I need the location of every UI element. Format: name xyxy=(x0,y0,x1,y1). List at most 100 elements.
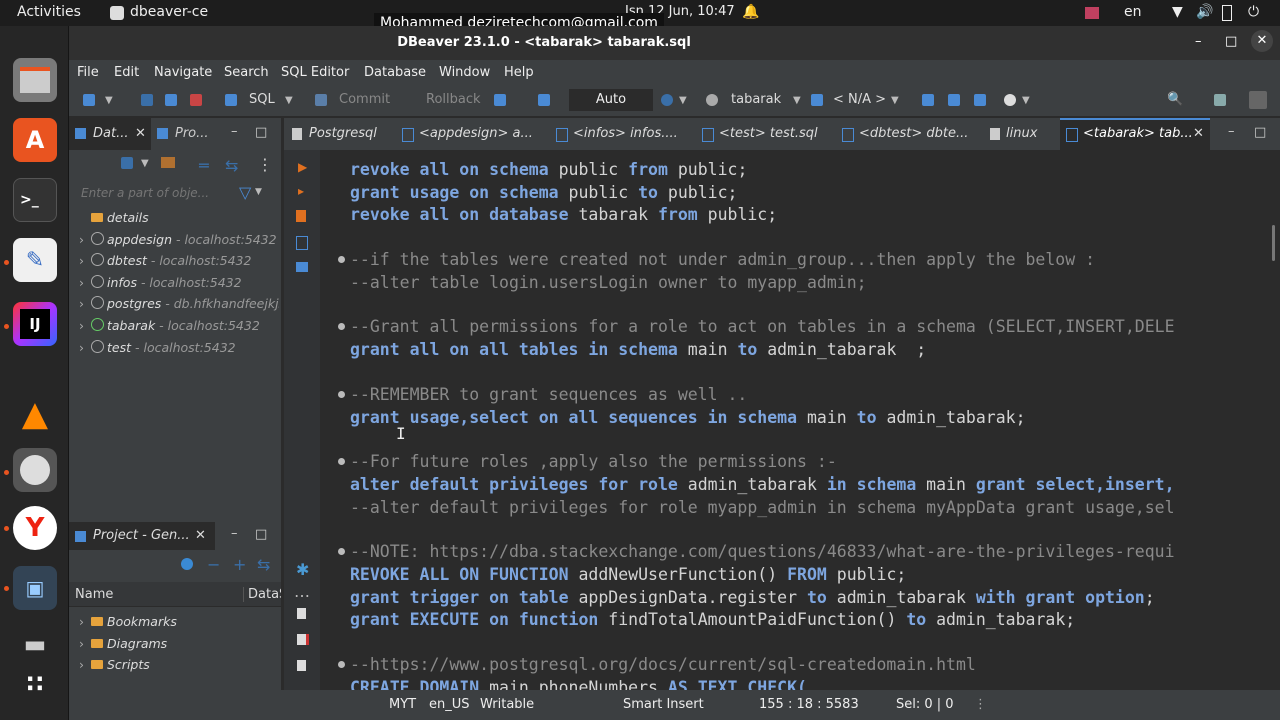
link-icon[interactable]: ═ xyxy=(199,156,209,175)
maximize-panel-button[interactable]: □ xyxy=(255,527,267,542)
new-connection-icon[interactable] xyxy=(83,94,95,106)
editor-tab-tabarak[interactable]: <tabarak> tab... ✕ xyxy=(1060,118,1210,150)
format-icon[interactable] xyxy=(974,94,986,106)
maximize-button[interactable]: □ xyxy=(1225,34,1237,49)
dbeaver-icon[interactable] xyxy=(13,448,57,492)
stop-icon[interactable] xyxy=(190,94,202,106)
editor-tab-test[interactable]: <test> test.sql xyxy=(719,126,818,141)
menu-navigate[interactable]: Navigate xyxy=(154,65,212,80)
navigator-item-tabarak[interactable]: › tabarak - localhost:5432 xyxy=(79,318,260,333)
chevron-down-icon[interactable]: ▼ xyxy=(1022,95,1030,106)
explain-plan-icon[interactable] xyxy=(922,94,934,106)
fold-marker[interactable] xyxy=(338,458,345,465)
rollback-button[interactable]: Rollback xyxy=(426,92,481,107)
menu-edit[interactable]: Edit xyxy=(114,65,139,80)
commit-icon[interactable] xyxy=(315,94,327,106)
screen-recorder-icon[interactable]: ▣ xyxy=(13,566,57,610)
editor-tab-dbtest[interactable]: <dbtest> dbte... xyxy=(859,126,968,141)
sql-button[interactable]: SQL xyxy=(249,92,275,107)
show-output-icon[interactable] xyxy=(296,262,308,272)
vertical-scrollbar-thumb[interactable] xyxy=(1272,225,1275,261)
collapse-icon[interactable]: − xyxy=(207,555,220,574)
flag-icon[interactable] xyxy=(1085,7,1099,19)
menu-file[interactable]: File xyxy=(77,65,99,80)
link-icon[interactable]: ⇆ xyxy=(257,555,270,574)
tab-project-general[interactable]: Project - Gen... ✕ xyxy=(69,522,215,550)
chevron-right-icon[interactable]: › xyxy=(79,232,91,247)
perspective-icon[interactable] xyxy=(1214,94,1226,106)
editor-tab-appdesign[interactable]: <appdesign> a... xyxy=(419,126,533,141)
chevron-right-icon[interactable]: › xyxy=(79,318,91,333)
connect-icon[interactable] xyxy=(141,94,153,106)
minimize-editor-button[interactable]: – xyxy=(1228,124,1235,139)
active-schema-select[interactable]: < N/A > xyxy=(833,92,886,107)
project-item-diagrams[interactable]: › Diagrams xyxy=(79,636,167,651)
battery-icon[interactable] xyxy=(1222,5,1232,21)
power-icon[interactable]: ⏻ xyxy=(1248,4,1259,20)
text-editor-icon[interactable]: ✎ xyxy=(13,238,57,282)
navigator-filter-input[interactable] xyxy=(79,182,238,204)
maximize-panel-button[interactable]: □ xyxy=(255,125,267,140)
chevron-right-icon[interactable]: › xyxy=(79,614,91,629)
transaction-mode-select[interactable]: Auto xyxy=(569,89,653,111)
menu-window[interactable]: Window xyxy=(439,65,490,80)
delete-script-icon[interactable] xyxy=(297,634,309,645)
maximize-editor-button[interactable]: □ xyxy=(1254,125,1266,140)
lock-icon[interactable] xyxy=(538,94,550,106)
chevron-right-icon[interactable]: › xyxy=(79,296,91,311)
navigator-item-postgres[interactable]: › postgres - db.hfkhandfeejkjs xyxy=(79,296,279,311)
filter-icon[interactable]: ▽ xyxy=(239,183,251,202)
bell-icon[interactable]: 🔔 xyxy=(742,4,759,20)
expand-icon[interactable]: + xyxy=(233,555,246,574)
column-name[interactable]: Name xyxy=(75,587,113,602)
dbeaver-perspective-icon[interactable] xyxy=(1249,91,1267,109)
execute-script-icon[interactable] xyxy=(296,210,306,222)
explain-plan-icon[interactable] xyxy=(296,236,308,250)
pin-icon[interactable] xyxy=(1004,94,1016,106)
navigator-item-test[interactable]: › test - localhost:5432 xyxy=(79,340,236,355)
close-icon[interactable]: ✕ xyxy=(135,126,146,141)
minimize-button[interactable]: – xyxy=(1195,34,1202,49)
vlc-icon[interactable]: ▲ xyxy=(13,392,57,436)
folder-icon[interactable] xyxy=(161,157,175,168)
editor-tab-infos[interactable]: <infos> infos.... xyxy=(573,126,678,141)
chevron-down-icon[interactable]: ▼ xyxy=(255,187,262,197)
menu-sql-editor[interactable]: SQL Editor xyxy=(281,65,349,80)
fold-marker[interactable] xyxy=(338,548,345,555)
chevron-right-icon[interactable]: › xyxy=(79,275,91,290)
yandex-browser-icon[interactable]: Y xyxy=(13,506,57,550)
sql-editor[interactable]: revoke all on schema public from public;… xyxy=(320,150,1280,690)
history-icon[interactable] xyxy=(661,94,673,106)
software-center-icon[interactable]: A xyxy=(13,118,57,162)
navigator-item-dbtest[interactable]: › dbtest - localhost:5432 xyxy=(79,253,251,268)
chevron-down-icon[interactable]: ▼ xyxy=(105,95,113,106)
execute-statement-new-tab-icon[interactable]: ▸ xyxy=(298,184,304,198)
navigator-item-details[interactable]: details xyxy=(79,210,149,225)
view-menu-icon[interactable]: ⋮ xyxy=(257,155,273,174)
disconnect-icon[interactable] xyxy=(165,94,177,106)
export-script-icon[interactable] xyxy=(297,660,306,671)
chevron-right-icon[interactable]: › xyxy=(79,636,91,651)
chevron-right-icon[interactable]: › xyxy=(79,657,91,672)
chevron-down-icon[interactable]: ▼ xyxy=(141,158,149,169)
drive-icon[interactable]: ▬ xyxy=(13,622,57,666)
minimize-panel-button[interactable]: – xyxy=(231,526,238,541)
chevron-right-icon[interactable]: › xyxy=(79,253,91,268)
more-icon[interactable]: … xyxy=(294,582,310,601)
activities-button[interactable]: Activities xyxy=(17,4,81,20)
fold-marker[interactable] xyxy=(338,256,345,263)
menu-help[interactable]: Help xyxy=(504,65,534,80)
intellij-icon[interactable]: IJ xyxy=(13,302,57,346)
new-script-icon[interactable] xyxy=(297,608,306,619)
chevron-down-icon[interactable]: ▼ xyxy=(793,95,801,106)
fold-marker[interactable] xyxy=(338,661,345,668)
project-item-scripts[interactable]: › Scripts xyxy=(79,657,150,672)
commit-button[interactable]: Commit xyxy=(339,92,390,107)
menu-search[interactable]: Search xyxy=(224,65,269,80)
tab-projects[interactable]: Pro... xyxy=(157,118,217,150)
fold-marker[interactable] xyxy=(338,391,345,398)
navigator-item-appdesign[interactable]: › appdesign - localhost:5432 xyxy=(79,232,277,247)
chevron-right-icon[interactable]: › xyxy=(79,340,91,355)
editor-tab-postgresql[interactable]: Postgresql xyxy=(309,126,377,141)
close-window-button[interactable]: ✕ xyxy=(1251,30,1273,52)
